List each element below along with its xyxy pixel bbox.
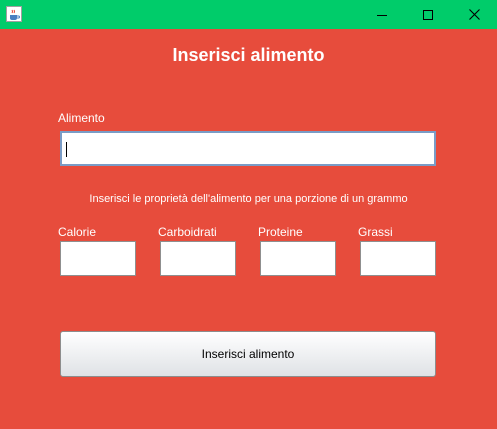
protein-input[interactable]: [260, 241, 336, 276]
carbohydrates-label: Carboidrati: [158, 225, 217, 239]
close-button[interactable]: [451, 0, 497, 29]
insert-food-button[interactable]: Inserisci alimento: [60, 331, 436, 377]
form-panel: Inserisci alimento Alimento Inserisci le…: [0, 29, 497, 429]
fat-label: Grassi: [358, 225, 393, 239]
calorie-input[interactable]: [60, 241, 136, 276]
food-name-input[interactable]: [60, 131, 436, 166]
insert-food-button-label: Inserisci alimento: [201, 347, 295, 361]
calorie-label: Calorie: [58, 225, 97, 239]
java-cup-icon: [6, 6, 22, 22]
minimize-button[interactable]: [359, 0, 405, 29]
fat-input[interactable]: [360, 241, 436, 276]
instruction-text: Inserisci le proprietà dell'alimento per…: [89, 193, 408, 205]
close-icon: [468, 5, 480, 24]
page-title: Inserisci alimento: [172, 45, 325, 65]
maximize-button[interactable]: [405, 0, 451, 29]
carbohydrates-input[interactable]: [160, 241, 236, 276]
maximize-icon: [423, 5, 433, 24]
protein-label: Proteine: [258, 225, 303, 239]
food-label: Alimento: [58, 111, 105, 125]
title-bar: [0, 0, 497, 29]
text-caret: [66, 142, 67, 157]
minimize-icon: [377, 5, 387, 24]
